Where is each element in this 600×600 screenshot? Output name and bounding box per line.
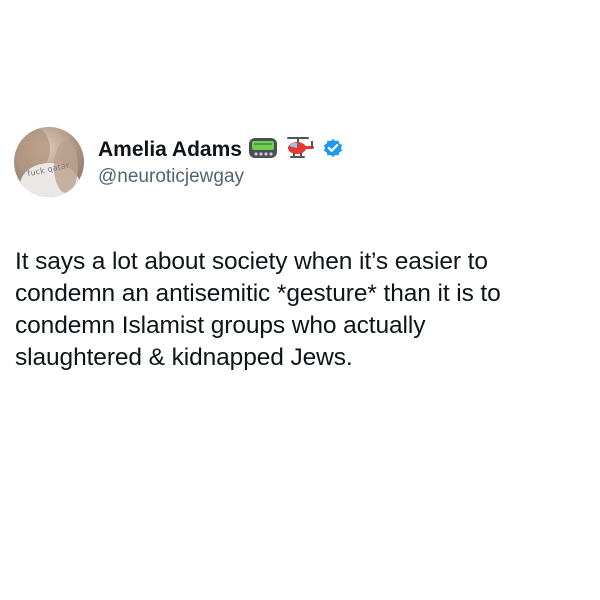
avatar-photo <box>14 127 84 197</box>
helicopter-icon <box>284 135 316 166</box>
display-name[interactable]: Amelia Adams <box>98 138 242 162</box>
avatar[interactable]: fuck qatar <box>14 127 84 197</box>
tweet-text: It says a lot about society when it’s ea… <box>15 248 501 371</box>
handle[interactable]: @neuroticjewgay <box>98 166 344 188</box>
verified-badge-icon <box>322 137 344 164</box>
tweet-header: fuck qatar Amelia Adams @neuroticjewgay <box>14 126 344 198</box>
tweet-card: fuck qatar Amelia Adams @neuroticjewgay … <box>0 0 600 600</box>
name-row: Amelia Adams <box>98 136 344 164</box>
author-info: Amelia Adams @neuroticjewgay <box>98 136 344 188</box>
pager-icon <box>248 136 278 165</box>
